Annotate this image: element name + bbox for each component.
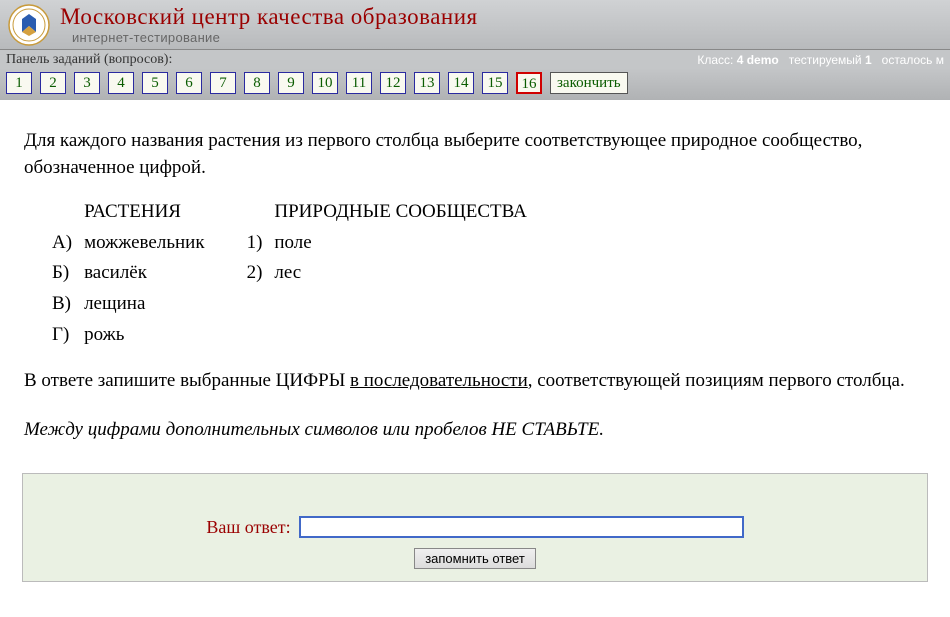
question-button-2[interactable]: 2 bbox=[40, 72, 66, 94]
question-content: Для каждого названия растения из первого… bbox=[0, 100, 950, 453]
question-button-13[interactable]: 13 bbox=[414, 72, 440, 94]
instruction-underlined: в последовательности bbox=[350, 370, 528, 391]
question-panel: 12345678910111213141516 закончить bbox=[0, 68, 950, 100]
right-text bbox=[274, 320, 538, 351]
right-mark: 1) bbox=[247, 228, 275, 259]
class-info: Класс: 4 demo bbox=[697, 53, 778, 67]
question-button-7[interactable]: 7 bbox=[210, 72, 236, 94]
answer-box: Ваш ответ: запомнить ответ bbox=[22, 473, 928, 582]
question-button-5[interactable]: 5 bbox=[142, 72, 168, 94]
question-button-15[interactable]: 15 bbox=[482, 72, 508, 94]
panel-info: Класс: 4 demo тестируемый 1 осталось м bbox=[697, 53, 944, 67]
question-button-14[interactable]: 14 bbox=[448, 72, 474, 94]
app-title: Московский центр качества образования bbox=[60, 4, 942, 30]
table-row: А)можжевельник 1)поле bbox=[52, 228, 539, 259]
app-header: Московский центр качества образования ин… bbox=[0, 0, 950, 50]
right-header: ПРИРОДНЫЕ СООБЩЕСТВА bbox=[274, 197, 538, 228]
left-text: можжевельник bbox=[84, 228, 217, 259]
app-subtitle: интернет-тестирование bbox=[72, 30, 942, 45]
panel-label-row: Панель заданий (вопросов): Класс: 4 demo… bbox=[0, 50, 950, 68]
question-button-4[interactable]: 4 bbox=[108, 72, 134, 94]
panel-label: Панель заданий (вопросов): bbox=[6, 52, 172, 68]
left-mark: А) bbox=[52, 228, 84, 259]
logo-icon bbox=[8, 4, 50, 46]
right-mark bbox=[247, 320, 275, 351]
right-mark bbox=[247, 289, 275, 320]
left-mark: В) bbox=[52, 289, 84, 320]
answer-row: Ваш ответ: bbox=[23, 516, 927, 538]
question-button-16[interactable]: 16 bbox=[516, 72, 542, 94]
question-button-11[interactable]: 11 bbox=[346, 72, 372, 94]
question-button-12[interactable]: 12 bbox=[380, 72, 406, 94]
left-text: рожь bbox=[84, 320, 217, 351]
right-text bbox=[274, 289, 538, 320]
left-text: василёк bbox=[84, 258, 217, 289]
table-row: Г)рожь bbox=[52, 320, 539, 351]
question-button-6[interactable]: 6 bbox=[176, 72, 202, 94]
match-table: РАСТЕНИЯ ПРИРОДНЫЕ СООБЩЕСТВА А)можжевел… bbox=[52, 197, 539, 350]
finish-button[interactable]: закончить bbox=[550, 72, 628, 94]
question-intro: Для каждого названия растения из первого… bbox=[24, 128, 926, 181]
user-info: тестируемый 1 bbox=[789, 53, 872, 67]
question-button-1[interactable]: 1 bbox=[6, 72, 32, 94]
right-text: поле bbox=[274, 228, 538, 259]
instruction: В ответе запишите выбранные ЦИФРЫ в посл… bbox=[24, 368, 926, 395]
answer-label: Ваш ответ: bbox=[206, 517, 290, 538]
left-mark: Г) bbox=[52, 320, 84, 351]
table-row: В)лещина bbox=[52, 289, 539, 320]
left-mark: Б) bbox=[52, 258, 84, 289]
header-titles: Московский центр качества образования ин… bbox=[60, 4, 942, 45]
left-text: лещина bbox=[84, 289, 217, 320]
table-row: Б)василёк 2)лес bbox=[52, 258, 539, 289]
question-button-10[interactable]: 10 bbox=[312, 72, 338, 94]
right-text: лес bbox=[274, 258, 538, 289]
question-button-9[interactable]: 9 bbox=[278, 72, 304, 94]
remaining-info: осталось м bbox=[882, 53, 944, 67]
right-mark: 2) bbox=[247, 258, 275, 289]
question-buttons: 12345678910111213141516 bbox=[6, 72, 550, 94]
left-header: РАСТЕНИЯ bbox=[84, 197, 217, 228]
answer-input[interactable] bbox=[299, 516, 744, 538]
question-button-3[interactable]: 3 bbox=[74, 72, 100, 94]
save-answer-button[interactable]: запомнить ответ bbox=[414, 548, 536, 569]
question-button-8[interactable]: 8 bbox=[244, 72, 270, 94]
note: Между цифрами дополнительных символов ил… bbox=[24, 417, 926, 444]
